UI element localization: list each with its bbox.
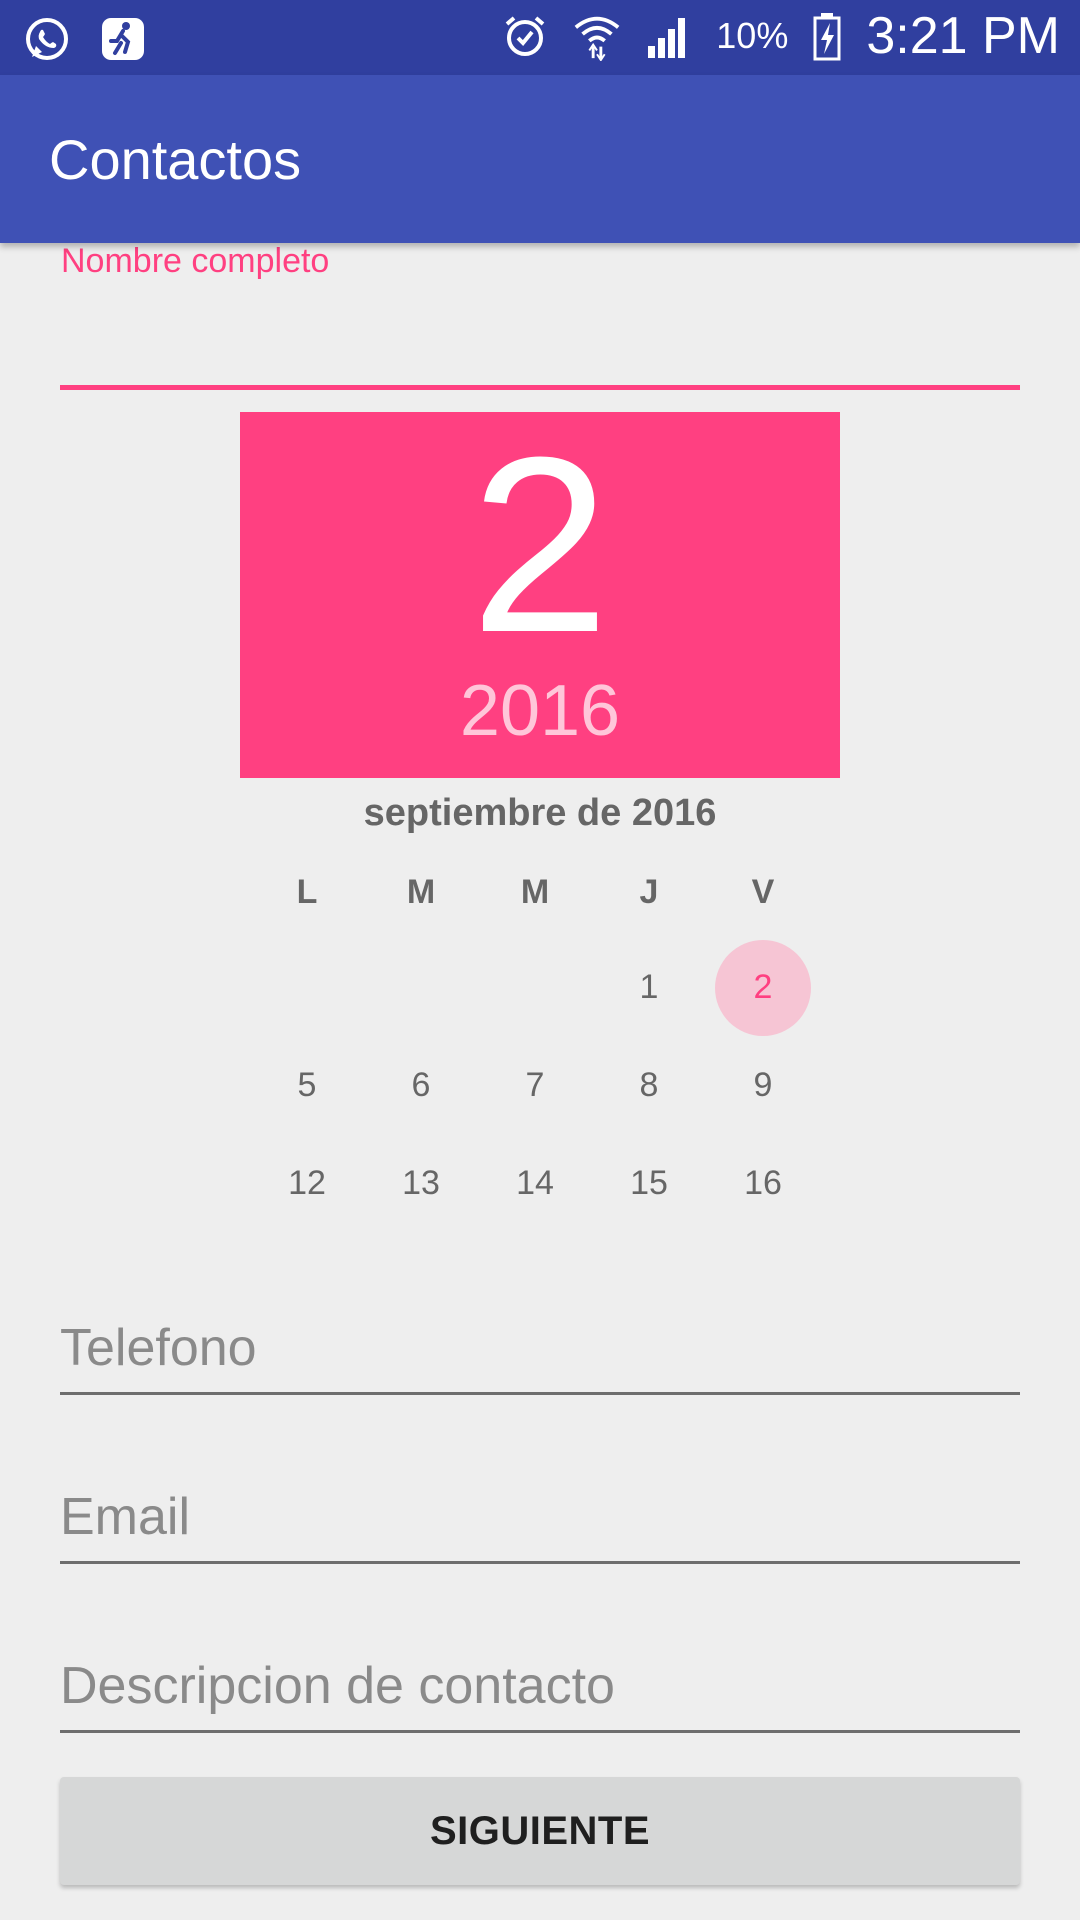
weekday-header-row: L M M J V <box>250 862 820 922</box>
status-time: 3:21 PM <box>866 7 1060 65</box>
signal-icon <box>644 11 694 61</box>
name-field[interactable] <box>60 280 1020 380</box>
battery-charging-icon <box>810 11 844 61</box>
weekday-label: M <box>520 873 550 911</box>
description-field-underline <box>60 1730 1020 1733</box>
phone-field-placeholder: Telefono <box>60 1319 257 1377</box>
calendar-day[interactable]: 1 <box>592 938 706 1036</box>
whatsapp-icon <box>22 14 72 64</box>
name-field-label: Nombre completo <box>61 242 330 280</box>
selected-day[interactable]: 2 <box>240 420 840 670</box>
status-bar: 10% 3:21 PM <box>0 0 1080 75</box>
description-field-placeholder: Descripcion de contacto <box>60 1657 615 1715</box>
email-field[interactable]: Email <box>60 1487 1020 1564</box>
weekday-label: M <box>406 873 436 911</box>
battery-percent: 10% <box>716 15 789 56</box>
name-field-underline <box>60 385 1020 390</box>
calendar-day[interactable]: 16 <box>706 1134 820 1232</box>
running-app-icon <box>98 14 148 64</box>
calendar-day[interactable]: 13 <box>364 1134 478 1232</box>
calendar-week: 5 6 7 8 9 <box>250 1036 820 1134</box>
next-button[interactable]: SIGUIENTE <box>60 1777 1020 1885</box>
date-picker-header: 2 2016 <box>240 412 840 778</box>
calendar-empty-cell <box>364 938 478 1036</box>
phone-field-underline <box>60 1392 1020 1395</box>
calendar-day-number: 2 <box>753 968 773 1006</box>
email-field-placeholder: Email <box>60 1488 191 1546</box>
calendar-day[interactable]: 5 <box>250 1036 364 1134</box>
calendar-week: 1 2 <box>250 938 820 1036</box>
phone-field[interactable]: Telefono <box>60 1318 1020 1395</box>
weekday-label: V <box>751 873 775 911</box>
app-bar: Contactos <box>0 75 1080 243</box>
alarm-icon <box>500 11 550 61</box>
calendar-month-label: septiembre de 2016 <box>363 792 717 834</box>
calendar-day[interactable]: 14 <box>478 1134 592 1232</box>
calendar-week: 12 13 14 15 16 <box>250 1134 820 1232</box>
calendar-day[interactable]: 6 <box>364 1036 478 1134</box>
app-title: Contactos <box>49 128 302 191</box>
email-field-underline <box>60 1561 1020 1564</box>
calendar-day[interactable]: 8 <box>592 1036 706 1134</box>
calendar-day[interactable]: 9 <box>706 1036 820 1134</box>
calendar-empty-cell <box>250 938 364 1036</box>
calendar-day[interactable]: 12 <box>250 1134 364 1232</box>
calendar-day-selected[interactable]: 2 <box>706 938 820 1036</box>
calendar-day[interactable]: 15 <box>592 1134 706 1232</box>
description-field[interactable]: Descripcion de contacto <box>60 1656 1020 1733</box>
selected-year[interactable]: 2016 <box>240 670 840 752</box>
calendar-grid: L M M J V 1 2 5 6 7 8 9 12 13 14 15 16 <box>250 862 820 1232</box>
calendar-empty-cell <box>478 938 592 1036</box>
weekday-label: L <box>296 873 318 911</box>
calendar-day[interactable]: 7 <box>478 1036 592 1134</box>
wifi-icon <box>572 11 622 61</box>
weekday-label: J <box>639 873 659 911</box>
